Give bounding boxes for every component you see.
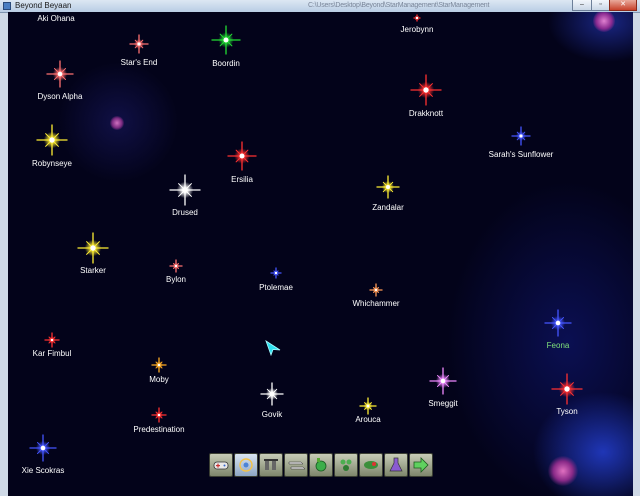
star-label: Zandalar [372, 203, 404, 212]
galaxy-map[interactable]: Aki Ohana Jerobynn Star's End Boordin Dyson … [8, 12, 633, 496]
close-button[interactable]: ✕ [609, 0, 637, 11]
star-label: Moby [149, 375, 169, 384]
gamepad-icon [213, 461, 229, 470]
star-label: Boordin [212, 59, 240, 68]
star-label: Predestination [133, 425, 185, 434]
tools-icon [264, 459, 278, 470]
galaxy-icon [239, 458, 253, 472]
minimize-button[interactable]: – [572, 0, 592, 11]
star-label: Aki Ohana [37, 14, 75, 23]
window-title: Beyond Beyaan [15, 1, 72, 10]
game-menu-button[interactable] [209, 453, 233, 477]
command-toolbar [201, 453, 433, 484]
star-label: Ptolemae [259, 283, 293, 292]
planets-button[interactable] [309, 453, 333, 477]
fleet-ship-icon[interactable] [265, 340, 281, 361]
ships-button[interactable] [284, 453, 308, 477]
star-icon [151, 407, 167, 423]
flask-icon [389, 457, 403, 472]
star-icon [44, 332, 60, 348]
game-window: Beyond Beyaan C:\Users\Desktop\Beyond\St… [0, 0, 640, 496]
star-icon [551, 373, 583, 405]
star-icon [413, 14, 421, 22]
star-icon [369, 283, 383, 297]
star-icon [169, 174, 201, 206]
empire-icon [340, 459, 352, 471]
research-button[interactable] [384, 453, 408, 477]
star-icon [211, 25, 241, 55]
star-label: Sarah's Sunflower [488, 150, 554, 159]
star-label: Drused [172, 208, 198, 217]
star-icon [169, 259, 183, 273]
star-icon [129, 34, 149, 54]
star-icon [544, 309, 572, 337]
star-label: Feona [546, 341, 570, 350]
star-icon [359, 397, 377, 415]
star-label: Xie Scokras [21, 466, 65, 475]
diplomacy-button[interactable] [359, 453, 383, 477]
galaxy-view-button[interactable] [234, 453, 258, 477]
star-icon [429, 367, 457, 395]
star-label: Drakknott [408, 109, 444, 118]
end-turn-button[interactable] [409, 453, 433, 477]
design-button[interactable] [259, 453, 283, 477]
maximize-button[interactable]: ▫ [591, 0, 610, 11]
star-icon [36, 124, 68, 156]
star-label: Robynseye [31, 159, 73, 168]
star-icon [227, 141, 257, 171]
star-icon [77, 232, 109, 264]
star-icon [410, 74, 442, 106]
star-icon [511, 126, 531, 146]
star-icon [29, 434, 57, 462]
star-icon [270, 267, 282, 279]
star-label: Jerobynn [400, 25, 434, 34]
app-icon [3, 2, 11, 10]
star-icon [376, 175, 400, 199]
window-path: C:\Users\Desktop\Beyond\StarManagement\S… [308, 2, 490, 9]
nebula-icon [110, 116, 124, 130]
nebula-icon [548, 456, 578, 486]
star-label: Starker [80, 266, 106, 275]
star-label: Arouca [355, 415, 381, 424]
star-icon [151, 357, 167, 373]
empires-button[interactable] [334, 453, 358, 477]
star-label: Ersilia [231, 175, 253, 184]
fleet-icon [288, 461, 305, 470]
arrow-right-icon [413, 457, 429, 473]
star-label: Dyson Alpha [37, 92, 83, 101]
star-label: Kar Fimbul [32, 349, 72, 358]
planet-icon [315, 458, 327, 472]
nebula-icon [593, 12, 615, 32]
star-label: Tyson [556, 407, 578, 416]
star-icon [260, 382, 284, 406]
star-label: Smeggit [428, 399, 458, 408]
star-label: Whichammer [352, 299, 400, 308]
star-icon [46, 60, 74, 88]
diplomacy-icon [364, 461, 378, 469]
